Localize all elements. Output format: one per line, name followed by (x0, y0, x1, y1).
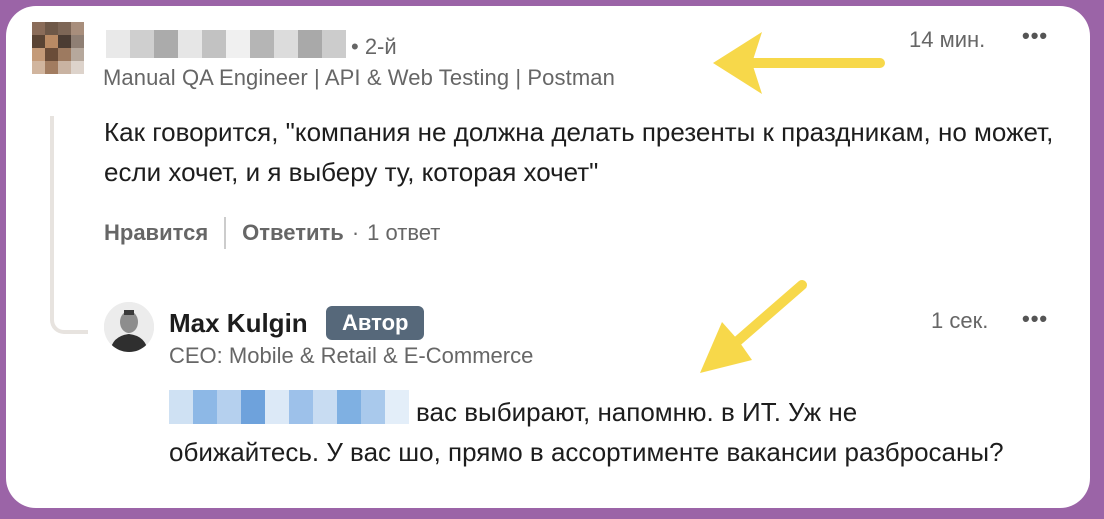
arrow-annotation-icon (700, 32, 885, 373)
